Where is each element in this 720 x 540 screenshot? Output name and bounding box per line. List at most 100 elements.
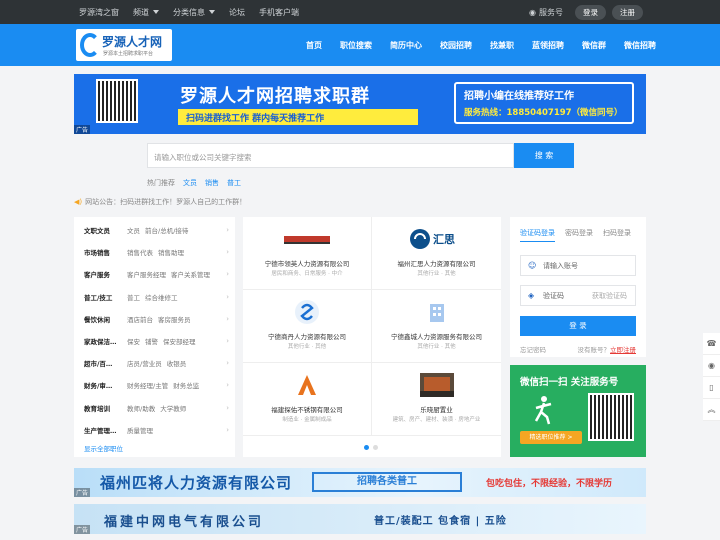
carousel-dot[interactable]	[373, 445, 378, 450]
banner-recruit-box: 招聘各类普工	[312, 472, 462, 492]
category-job-link[interactable]: 文员	[127, 225, 140, 235]
nav-item-resume[interactable]: 简历中心	[381, 40, 431, 51]
category-heading[interactable]: 客户服务	[84, 269, 122, 279]
category-heading[interactable]: 餐饮休闲	[84, 314, 122, 324]
category-heading[interactable]: 教育培训	[84, 403, 122, 413]
company-card[interactable]: 乐晓厨置业 建筑、房产、建材、装潢 · 房地产业	[372, 363, 501, 436]
category-heading[interactable]: 市场销售	[84, 247, 122, 257]
carousel-dot[interactable]	[364, 445, 369, 450]
forgot-password-link[interactable]: 忘记密码	[520, 344, 546, 354]
top-link-channel[interactable]: 频道	[133, 7, 159, 18]
category-job-link[interactable]: 质量管理	[127, 425, 153, 435]
category-heading[interactable]: 普工/技工	[84, 292, 122, 302]
back-to-top-icon[interactable]: ︽	[703, 399, 720, 421]
wechat-follow-card[interactable]: 微信扫一扫 关注服务号 精选职位推荐 >	[510, 365, 646, 457]
company-card[interactable]: 宁德市领英人力资源有限公司 居民和商务、日常服务 · 中介	[243, 217, 372, 290]
register-button[interactable]: 注册	[612, 4, 643, 20]
site-logo[interactable]: 罗源人才网 罗源本土招聘求职平台	[76, 29, 172, 61]
category-job-link[interactable]: 店员/营业员	[127, 358, 162, 368]
category-row[interactable]: 客户服务 客户服务经理 客户关系管理 ›	[74, 263, 235, 285]
hot-keyword[interactable]: 销售	[205, 178, 219, 188]
top-link-home[interactable]: 罗源湾之窗	[79, 7, 119, 18]
hot-keyword[interactable]: 普工	[227, 178, 241, 188]
category-job-link[interactable]: 保安部经理	[163, 336, 196, 346]
top-link-classified[interactable]: 分类信息	[173, 7, 215, 18]
category-heading[interactable]: 文职文员	[84, 225, 122, 235]
company-banner-ad[interactable]: 福州匹将人力资源有限公司 招聘各类普工 包吃包住，不限经验，不限学历 广告	[74, 468, 646, 497]
phone-field[interactable]: ☺ 请输入账号	[520, 255, 636, 276]
banner-hotline: 服务热线：18850407197（微信同号）	[464, 108, 623, 118]
company-card[interactable]: 福建探佑不锈钢有限公司 制造业 · 金属制成品	[243, 363, 372, 436]
register-now-link[interactable]: 立即注册	[610, 346, 636, 354]
category-heading[interactable]: 财务/审…	[84, 380, 122, 390]
nav-item-job-search[interactable]: 职位搜索	[331, 40, 381, 51]
wechat-icon[interactable]: ◉	[703, 355, 720, 377]
top-link-forum[interactable]: 论坛	[229, 7, 245, 18]
category-job-link[interactable]: 财务总监	[173, 380, 199, 390]
category-job-link[interactable]: 铺警	[145, 336, 158, 346]
tab-scan-login[interactable]: 扫码登录	[603, 228, 631, 242]
get-code-button[interactable]: 获取验证码	[592, 291, 627, 301]
category-job-link[interactable]: 教师/助教	[127, 403, 155, 413]
login-button[interactable]: 登录	[575, 4, 606, 20]
show-all-jobs-link[interactable]: 显示全部职位	[74, 443, 235, 453]
category-job-link[interactable]: 保安	[127, 336, 140, 346]
category-job-link[interactable]: 客户关系管理	[171, 269, 210, 279]
category-row[interactable]: 家政保洁… 保安 铺警 保安部经理 ›	[74, 330, 235, 352]
code-field[interactable]: ◈ 验证码 获取验证码	[520, 285, 636, 306]
nav-menu: 首页 职位搜索 简历中心 校园招聘 找兼职 蓝领招聘 微信群 微信招聘	[297, 24, 665, 66]
nav-item-home[interactable]: 首页	[297, 40, 331, 51]
submit-login-button[interactable]: 登 录	[520, 316, 636, 336]
category-heading[interactable]: 超市/百…	[84, 358, 122, 368]
company-card[interactable]: 宁德商丹人力资源有限公司 其他行业 · 其他	[243, 290, 372, 363]
category-row[interactable]: 文职文员 文员 前台/总机/接待 ›	[74, 219, 235, 241]
category-job-link[interactable]: 前台/总机/接待	[145, 225, 188, 235]
category-job-link[interactable]: 销售代表	[127, 247, 153, 257]
category-row[interactable]: 餐饮休闲 酒店前台 客房服务员 ›	[74, 308, 235, 330]
category-row[interactable]: 市场销售 销售代表 销售助理 ›	[74, 241, 235, 263]
category-job-link[interactable]: 普工	[127, 292, 140, 302]
nav-item-wechat-recruit[interactable]: 微信招聘	[615, 40, 665, 51]
category-job-link[interactable]: 财务经理/主管	[127, 380, 168, 390]
nav-item-wechat-group[interactable]: 微信群	[573, 40, 615, 51]
category-row[interactable]: 超市/百… 店员/营业员 收银员 ›	[74, 352, 235, 374]
banner-title: 罗源人才网招聘求职群	[180, 86, 370, 107]
mobile-icon[interactable]: ▯	[703, 377, 720, 399]
category-row[interactable]: 教育培训 教师/助教 大学教师 ›	[74, 397, 235, 419]
search-input[interactable]: 请输入职位或公司关键字搜索	[147, 143, 514, 168]
company-card[interactable]: 汇思 福州汇思人力资源有限公司 其他行业 · 其他	[372, 217, 501, 290]
chevron-right-icon: ›	[226, 381, 229, 390]
top-banner-ad[interactable]: 罗源人才网招聘求职群 扫码进群找工作 群内每天推荐工作 招聘小编在线推荐好工作 …	[74, 74, 646, 134]
category-job-link[interactable]: 酒店前台	[127, 314, 153, 324]
category-job-link[interactable]: 客房服务员	[158, 314, 191, 324]
category-job-link[interactable]: 收银员	[167, 358, 187, 368]
category-job-link[interactable]: 大学教师	[160, 403, 186, 413]
category-row[interactable]: 普工/技工 普工 综合维修工 ›	[74, 286, 235, 308]
company-card[interactable]: 宁德鑫城人力资源服务有限公司 其他行业 · 其他	[372, 290, 501, 363]
nav-item-campus[interactable]: 校园招聘	[431, 40, 481, 51]
chevron-right-icon: ›	[226, 270, 229, 279]
tab-password-login[interactable]: 密码登录	[565, 228, 593, 242]
banner-benefits: 包吃包住，不限经验，不限学历	[486, 479, 613, 489]
category-heading[interactable]: 家政保洁…	[84, 336, 122, 346]
category-job-link[interactable]: 综合维修工	[145, 292, 178, 302]
headset-icon[interactable]: ☎	[703, 333, 720, 355]
category-job-link[interactable]: 销售助理	[158, 247, 184, 257]
company-logo	[279, 226, 335, 252]
featured-jobs-button[interactable]: 精选职位推荐 >	[520, 431, 582, 444]
hot-keyword[interactable]: 文员	[183, 178, 197, 188]
category-job-link[interactable]: 客户服务经理	[127, 269, 166, 279]
category-heading[interactable]: 生产管理…	[84, 425, 122, 435]
no-account-text: 没有账号？	[577, 346, 611, 354]
service-account-link[interactable]: ◉ 服务号	[529, 7, 563, 18]
nav-item-parttime[interactable]: 找兼职	[481, 40, 523, 51]
company-banner-ad[interactable]: 福建中网电气有限公司 普工/装配工 包食宿 | 五险 广告	[74, 504, 646, 534]
tab-code-login[interactable]: 验证码登录	[520, 228, 555, 242]
banner-benefits: 普工/装配工 包食宿 | 五险	[374, 516, 507, 527]
site-notice[interactable]: ◀) 网站公告：扫码进群找工作！罗源人自己的工作群！	[74, 197, 246, 207]
nav-item-bluecollar[interactable]: 蓝领招聘	[523, 40, 573, 51]
top-link-mobile[interactable]: 手机客户端	[259, 7, 299, 18]
category-row[interactable]: 生产管理… 质量管理 ›	[74, 419, 235, 441]
category-row[interactable]: 财务/审… 财务经理/主管 财务总监 ›	[74, 374, 235, 396]
search-button[interactable]: 搜 索	[514, 143, 574, 168]
